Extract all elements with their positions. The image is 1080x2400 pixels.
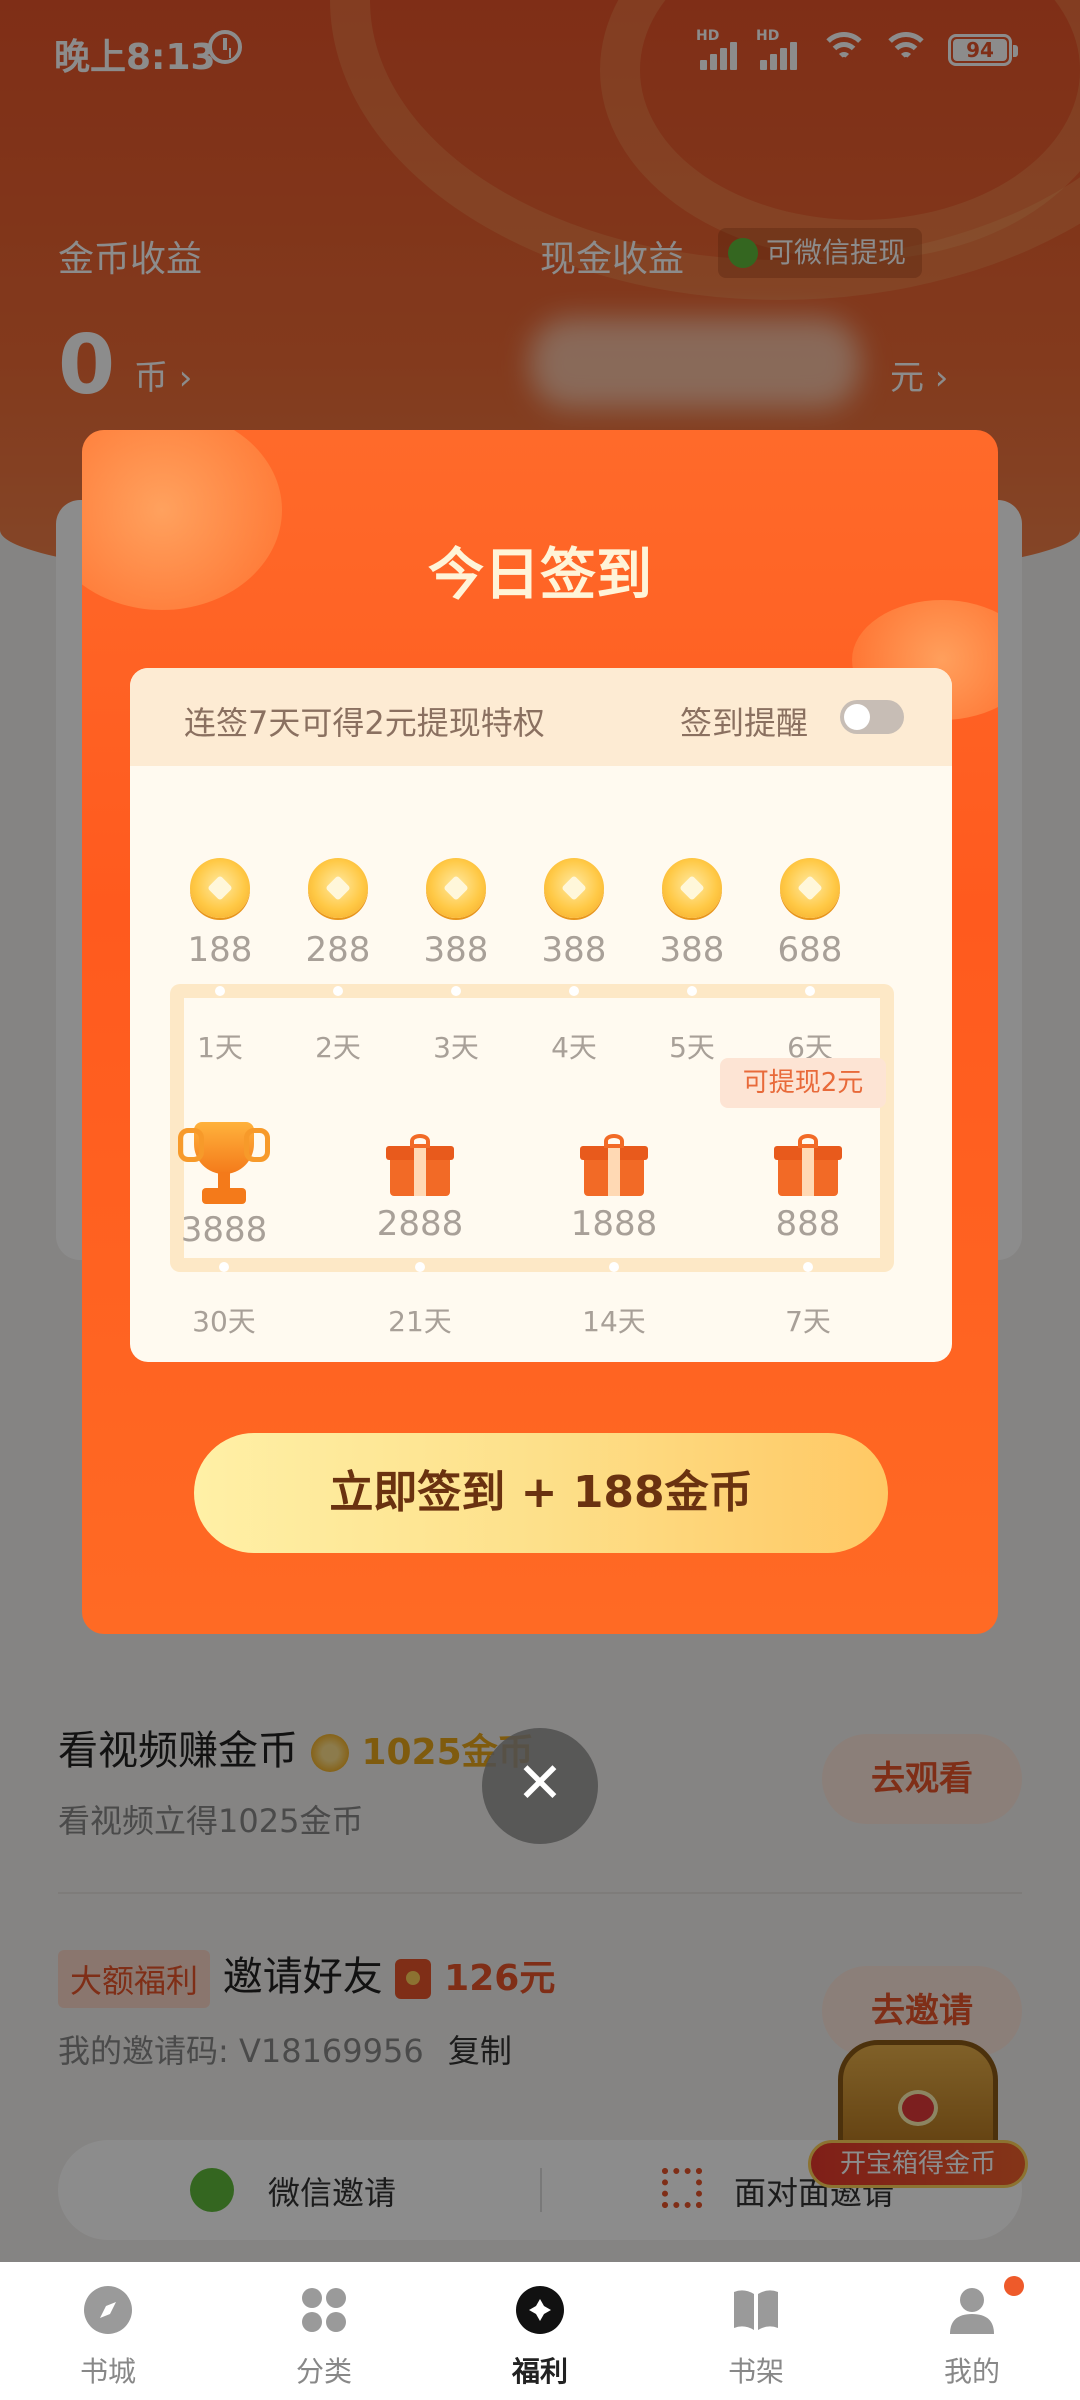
book-icon [734,2290,778,2330]
track-dot [219,1262,229,1272]
nav-label: 我的 [943,2355,1000,2388]
grid-icon [302,2288,346,2332]
day-label: 3天 [433,1031,479,1064]
reward-amount: 3888 [180,1210,268,1250]
track-dot [805,986,815,996]
signin-header: 连签7天可得2元提现特权 签到提醒 [130,668,952,766]
reward-amount: 388 [659,930,725,970]
day-label: 14天 [582,1305,646,1338]
track-dot [609,1262,619,1272]
nav-welfare[interactable]: 福利 [432,2262,648,2400]
cashout-badge: 可提现2元 [720,1058,886,1108]
gift-icon [386,1134,454,1196]
nav-category[interactable]: 分类 [216,2262,432,2400]
coin-icon [544,858,604,918]
nav-mine[interactable]: 我的 [864,2262,1080,2400]
track-dot [803,1262,813,1272]
coin-icon [308,858,368,918]
day-label: 30天 [192,1305,256,1338]
coin-icon [780,858,840,918]
day-label: 1天 [197,1031,243,1064]
user-icon [950,2288,994,2334]
day-label: 2天 [315,1031,361,1064]
reward-amount: 388 [423,930,489,970]
signin-button[interactable]: 立即签到 + 188金币 [194,1433,888,1553]
reward-amount: 688 [777,930,843,970]
reward-amount: 2888 [376,1204,464,1244]
nav-label: 书城 [79,2355,136,2388]
bottom-nav: 书城 分类 福利 书架 我的 [0,2262,1080,2400]
coin-icon [190,858,250,918]
trophy-icon [178,1122,270,1212]
reward-amount: 888 [775,1204,841,1244]
signin-calendar: 连签7天可得2元提现特权 签到提醒 188 288 388 388 388 68… [130,668,952,1362]
track-dot [333,986,343,996]
day-label: 7天 [785,1305,831,1338]
reward-amount: 288 [305,930,371,970]
nav-bookstore[interactable]: 书城 [0,2262,216,2400]
close-icon[interactable]: ✕ [482,1728,598,1844]
notification-badge [1004,2276,1024,2296]
daily-signin-modal: 今日签到 连签7天可得2元提现特权 签到提醒 188 288 388 388 3… [82,430,998,1634]
toggle-knob [844,704,870,730]
track-dot [451,986,461,996]
gift-circle-icon [516,2286,564,2334]
nav-label: 福利 [511,2355,568,2388]
streak-reward-text: 连签7天可得2元提现特权 [184,704,545,742]
track-dot [415,1262,425,1272]
gift-icon [580,1134,648,1196]
coin-icon [426,858,486,918]
reward-amount: 388 [541,930,607,970]
modal-title: 今日签到 [428,543,652,608]
track-dot [215,986,225,996]
reward-amount: 188 [187,930,253,970]
track-dot [687,986,697,996]
track-dot [569,986,579,996]
nav-label: 分类 [295,2355,352,2388]
compass-icon [84,2286,132,2334]
day-label: 4天 [551,1031,597,1064]
gift-icon [774,1134,842,1196]
reminder-label: 签到提醒 [680,704,809,742]
nav-label: 书架 [727,2355,784,2388]
reminder-toggle[interactable] [840,700,904,734]
reward-amount: 1888 [570,1204,658,1244]
day-label: 21天 [388,1305,452,1338]
nav-bookshelf[interactable]: 书架 [648,2262,864,2400]
coin-icon [662,858,722,918]
